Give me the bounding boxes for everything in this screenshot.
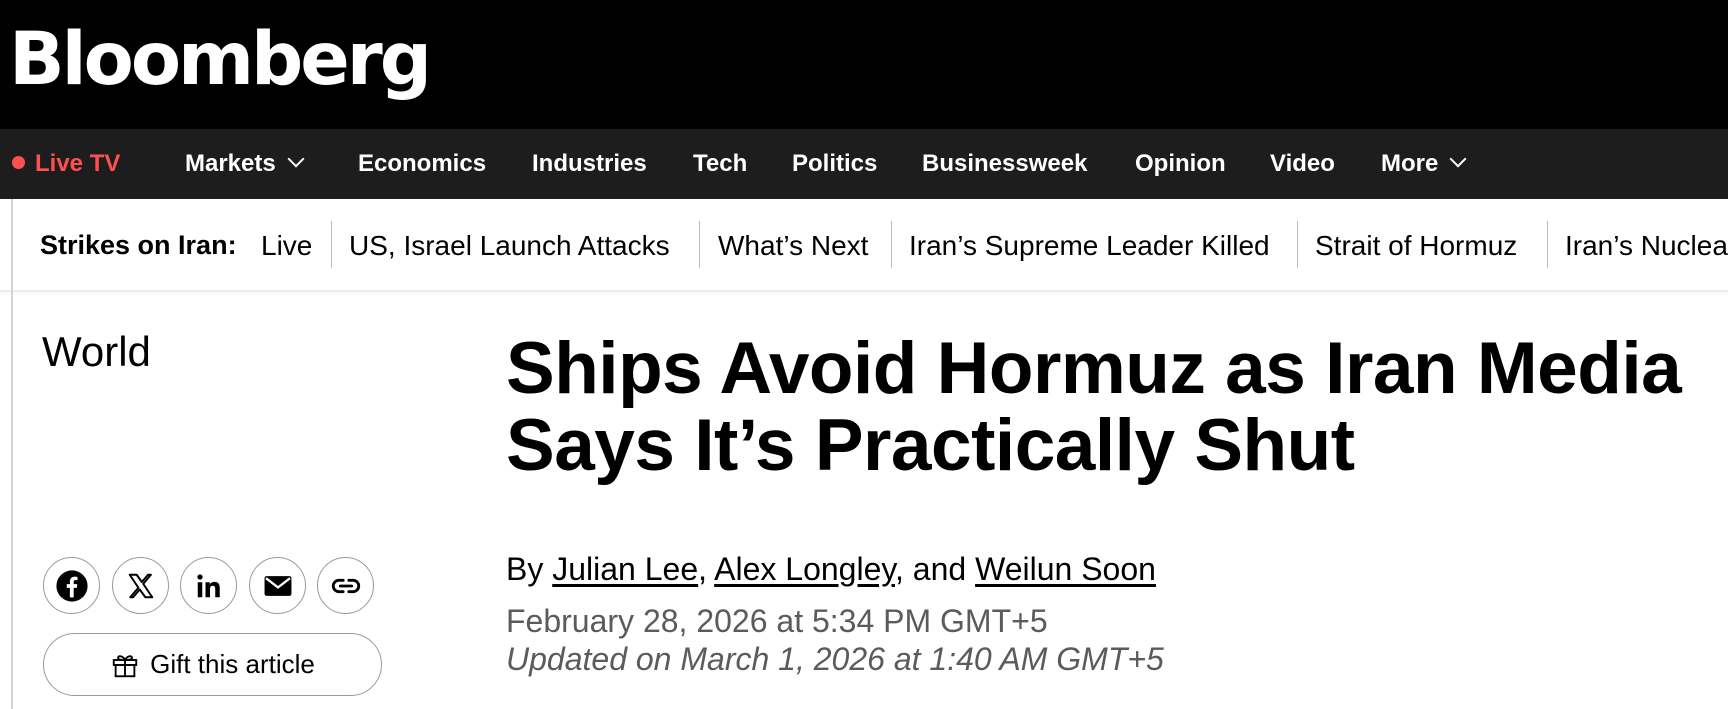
nav-video[interactable]: Video [1270,129,1335,199]
topic-link-attacks[interactable]: US, Israel Launch Attacks [349,199,670,292]
nav-tech[interactable]: Tech [693,129,747,199]
bloomberg-logo[interactable]: Bloomberg [9,10,432,110]
share-email-button[interactable] [249,557,306,614]
headline-line-1: Ships Avoid Hormuz as Iran Media [506,328,1682,409]
main-nav: Live TV Markets Economics Industries Tec… [0,129,1728,199]
topic-link-nuclear[interactable]: Iran’s Nuclea [1565,199,1728,292]
page-left-rule [11,199,13,709]
topic-link-supreme-leader[interactable]: Iran’s Supreme Leader Killed [909,199,1270,292]
facebook-icon [55,569,88,602]
author-link[interactable]: Weilun Soon [975,551,1156,587]
topic-link-whats-next[interactable]: What’s Next [718,199,868,292]
gift-icon [112,654,138,677]
share-facebook-button[interactable] [43,557,100,614]
chevron-down-icon [1449,150,1467,168]
nav-more-label: More [1381,150,1439,177]
nav-businessweek[interactable]: Businessweek [922,129,1087,199]
nav-live-tv-label: Live TV [35,150,121,177]
topic-divider [1547,221,1548,268]
email-icon [264,575,291,596]
linkedin-icon [196,573,220,597]
author-link[interactable]: Julian Lee [552,551,698,587]
link-icon [331,578,360,593]
byline: By Julian Lee, Alex Longley, and Weilun … [506,548,1156,590]
byline-separator: , [698,551,715,587]
gift-article-button[interactable]: Gift this article [43,633,382,696]
share-x-button[interactable] [112,557,169,614]
nav-politics[interactable]: Politics [792,129,877,199]
topic-link-live[interactable]: Live [261,199,312,292]
live-dot-icon [12,156,25,170]
topic-divider [891,221,892,268]
nav-industries[interactable]: Industries [532,129,647,199]
nav-markets[interactable]: Markets [185,129,305,199]
share-link-button[interactable] [317,557,374,614]
topic-divider [1297,221,1298,268]
publish-date: February 28, 2026 at 5:34 PM GMT+5 [506,603,1048,639]
headline-line-2: Says It’s Practically Shut [506,405,1355,486]
nav-more[interactable]: More [1381,129,1467,199]
nav-opinion[interactable]: Opinion [1135,129,1226,199]
byline-prefix: By [506,551,553,587]
topic-divider [699,221,700,268]
article-headline: Ships Avoid Hormuz as Iran Media Says It… [506,330,1728,484]
updated-date: Updated on March 1, 2026 at 1:40 AM GMT+… [506,641,1164,677]
topic-strip: Strikes on Iran: Live US, Israel Launch … [0,199,1728,292]
section-label[interactable]: World [42,326,151,378]
brand-header: Bloomberg [0,0,1728,129]
chevron-down-icon [287,150,305,168]
nav-markets-label: Markets [185,150,276,177]
topic-link-hormuz[interactable]: Strait of Hormuz [1315,199,1517,292]
topic-strip-label: Strikes on Iran: [40,230,237,260]
nav-live-tv[interactable]: Live TV [12,129,120,199]
x-icon [128,573,153,598]
nav-economics[interactable]: Economics [358,129,486,199]
topic-divider [331,221,332,268]
gift-article-label: Gift this article [150,649,315,679]
share-linkedin-button[interactable] [180,557,237,614]
author-link[interactable]: Alex Longley [714,551,895,587]
byline-separator: , and [895,551,976,587]
